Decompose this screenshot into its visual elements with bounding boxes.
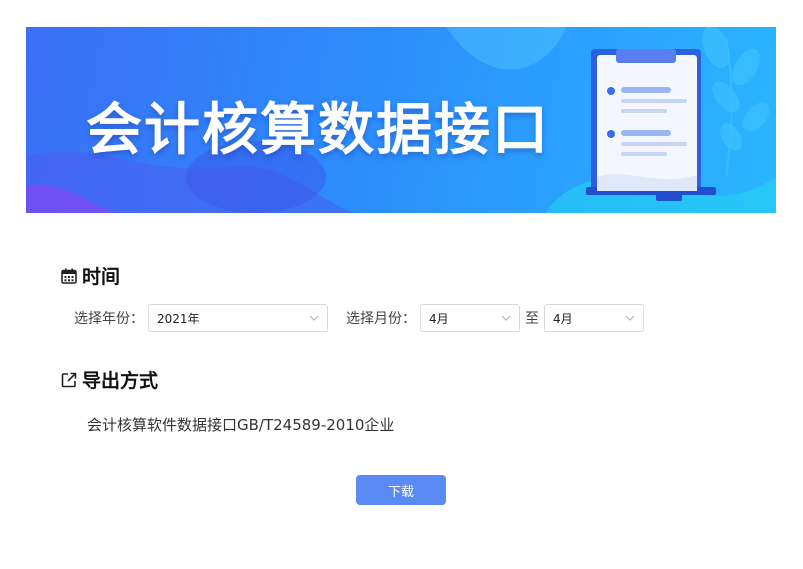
- year-select[interactable]: 2021年: [148, 304, 328, 332]
- month-from-value: 4月: [429, 311, 449, 326]
- time-section-title: 时间: [60, 262, 120, 289]
- download-button[interactable]: 下载: [356, 475, 446, 505]
- calendar-icon: [61, 268, 77, 284]
- year-select-value: 2021年: [157, 311, 200, 326]
- export-method-text: 会计核算软件数据接口GB/T24589-2010企业: [87, 416, 395, 434]
- month-from-select[interactable]: 4月: [420, 304, 520, 332]
- header-banner: 会计核算数据接口: [26, 27, 776, 213]
- chevron-down-icon: [501, 315, 511, 321]
- month-to-select[interactable]: 4月: [544, 304, 644, 332]
- month-to-value: 4月: [553, 311, 573, 326]
- chevron-down-icon: [309, 315, 319, 321]
- export-section-label: 导出方式: [82, 370, 159, 392]
- external-link-icon: [61, 372, 77, 387]
- range-to-label: 至: [525, 311, 539, 327]
- year-label: 选择年份：: [74, 311, 144, 327]
- month-label: 选择月份：: [346, 311, 416, 327]
- time-filter-row: 选择年份： 2021年 选择月份： 4月 至 4月: [74, 304, 644, 332]
- banner-title: 会计核算数据接口: [86, 98, 550, 163]
- time-section-label: 时间: [82, 266, 121, 288]
- chevron-down-icon: [625, 315, 635, 321]
- export-section-title: 导出方式: [60, 366, 158, 393]
